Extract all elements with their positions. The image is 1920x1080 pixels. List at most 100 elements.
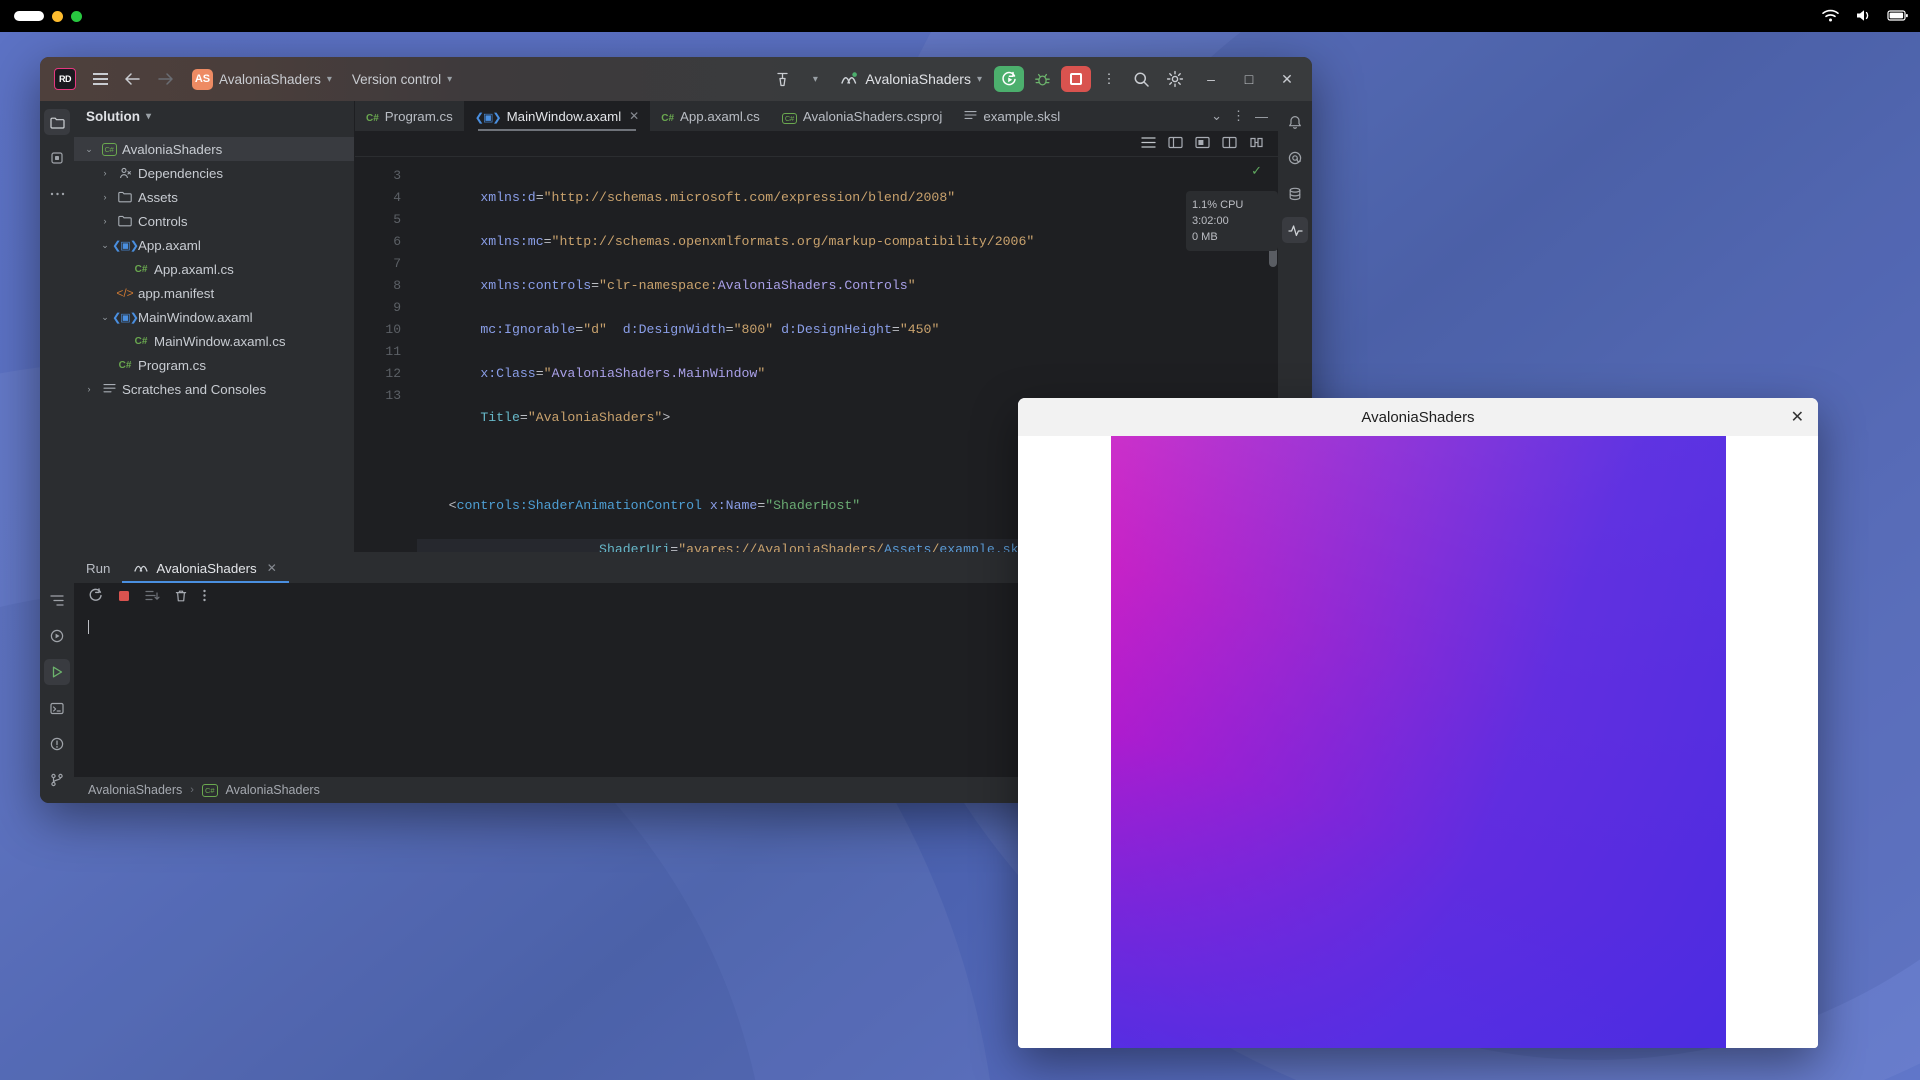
- database-button[interactable]: [1282, 181, 1308, 207]
- tab-close-icon[interactable]: ✕: [629, 109, 639, 123]
- build-button[interactable]: [768, 65, 797, 93]
- diff-icon[interactable]: [1249, 136, 1264, 152]
- editor-tab[interactable]: ❮▣❯ MainWindow.axaml ✕: [463, 101, 651, 131]
- solution-tree-item[interactable]: </> app.manifest: [74, 281, 354, 305]
- solution-tree-item[interactable]: C# MainWindow.axaml.cs: [74, 329, 354, 353]
- tree-item-label: app.manifest: [138, 285, 215, 301]
- more-vertical-icon: ⋮: [1102, 71, 1116, 86]
- profiler-button[interactable]: [1282, 217, 1308, 243]
- editor-tab[interactable]: C# App.axaml.cs: [650, 101, 771, 131]
- tree-expander-icon[interactable]: ⌄: [98, 312, 112, 323]
- tree-expander-icon[interactable]: ›: [98, 192, 112, 202]
- notifications-button[interactable]: [1282, 109, 1308, 135]
- manifest-icon: </>: [116, 286, 134, 300]
- maximize-dot-icon[interactable]: [71, 10, 82, 22]
- tab-minimize-icon[interactable]: —: [1255, 109, 1268, 124]
- solution-tree-item[interactable]: C# Program.cs: [74, 353, 354, 377]
- window-close-button[interactable]: ✕: [1270, 65, 1304, 93]
- solution-header[interactable]: Solution ▾: [74, 101, 354, 131]
- run-configuration-selector[interactable]: AvaloniaShaders ▾: [833, 66, 990, 92]
- editor-tab[interactable]: C# AvaloniaShaders.csproj: [771, 101, 953, 131]
- solution-tree-item[interactable]: › Controls: [74, 209, 354, 233]
- tree-item-label: AvaloniaShaders: [122, 141, 223, 157]
- wifi-icon[interactable]: [1821, 8, 1840, 24]
- version-control-button[interactable]: Version control ▾: [344, 65, 460, 93]
- layout-icon[interactable]: [145, 589, 160, 605]
- run-rerun-icon: [1001, 71, 1016, 85]
- inspection-ok-icon[interactable]: ✓: [1251, 163, 1262, 179]
- sidebar-item-commit[interactable]: [44, 145, 70, 171]
- navigate-forward-button[interactable]: [151, 65, 180, 93]
- battery-icon[interactable]: [1887, 8, 1908, 24]
- gear-icon: [1166, 70, 1184, 88]
- run-tool-tab[interactable]: AvaloniaShaders ✕: [122, 553, 290, 583]
- tab-overflow-icon[interactable]: ⌄: [1211, 108, 1222, 124]
- run-tool-tab[interactable]: Run: [74, 553, 122, 583]
- sidebar-item-structure[interactable]: [44, 587, 70, 613]
- columns-icon[interactable]: [1222, 136, 1237, 152]
- editor-tab-label: Program.cs: [384, 108, 453, 124]
- hammer-icon: [777, 72, 789, 86]
- volume-icon[interactable]: [1854, 8, 1873, 24]
- solution-tree[interactable]: ⌄ C# AvaloniaShaders › Dependencies › Assets › C…: [74, 131, 354, 552]
- rerun-icon[interactable]: [88, 588, 103, 606]
- solution-tree-item[interactable]: › Scratches and Consoles: [74, 377, 354, 401]
- preview-icon[interactable]: [1195, 136, 1210, 152]
- left-rail-bottom-group: [44, 587, 70, 803]
- nuget-button[interactable]: [1282, 145, 1308, 171]
- build-options-button[interactable]: ▾: [801, 65, 829, 93]
- breadcrumb-root[interactable]: AvaloniaShaders: [88, 783, 182, 797]
- run-button[interactable]: [994, 66, 1024, 92]
- chevron-down-icon: ▾: [447, 73, 453, 85]
- window-maximize-button[interactable]: □: [1232, 65, 1266, 93]
- solution-tree-item[interactable]: › Dependencies: [74, 161, 354, 185]
- sidebar-item-more[interactable]: [44, 181, 70, 207]
- tree-expander-icon[interactable]: ⌄: [98, 240, 112, 251]
- stop-icon[interactable]: [117, 589, 131, 606]
- tab-close-icon[interactable]: ✕: [267, 561, 277, 575]
- app-window-title-bar[interactable]: AvaloniaShaders ✕: [1018, 398, 1818, 436]
- debug-button[interactable]: [1028, 65, 1057, 93]
- breadcrumb-project[interactable]: AvaloniaShaders: [226, 783, 320, 797]
- app-window-close-button[interactable]: ✕: [1791, 407, 1804, 427]
- settings-button[interactable]: [1160, 65, 1190, 93]
- code-line: xmlns:d="http://schemas.microsoft.com/ex…: [480, 190, 956, 205]
- solution-tree-item[interactable]: › Assets: [74, 185, 354, 209]
- solution-tree-item[interactable]: ⌄ C# AvaloniaShaders: [74, 137, 354, 161]
- solution-tree-item[interactable]: C# App.axaml.cs: [74, 257, 354, 281]
- more-actions-button[interactable]: ⋮: [1095, 65, 1123, 93]
- maximize-icon: □: [1244, 71, 1254, 87]
- breadcrumb-separator-icon: ›: [190, 784, 194, 796]
- solution-tree-item[interactable]: ⌄ ❮▣❯ App.axaml: [74, 233, 354, 257]
- sidebar-item-solution[interactable]: [44, 109, 70, 135]
- more-vertical-icon[interactable]: [202, 588, 207, 606]
- navigate-back-button[interactable]: [118, 65, 147, 93]
- stop-button[interactable]: [1061, 66, 1091, 92]
- tree-expander-icon[interactable]: ›: [98, 216, 112, 226]
- search-everywhere-button[interactable]: [1127, 65, 1156, 93]
- tree-expander-icon[interactable]: ›: [98, 168, 112, 178]
- sidebar-item-git[interactable]: [44, 767, 70, 793]
- split-view-icon[interactable]: [1168, 136, 1183, 152]
- sidebar-item-run[interactable]: [44, 659, 70, 685]
- trash-icon[interactable]: [174, 589, 188, 606]
- sidebar-item-terminal[interactable]: [44, 695, 70, 721]
- project-selector-button[interactable]: AS AvaloniaShaders ▾: [184, 65, 340, 93]
- sidebar-item-problems[interactable]: [44, 731, 70, 757]
- editor-tab[interactable]: C# Program.cs: [355, 101, 464, 131]
- scratches-icon: [102, 384, 116, 393]
- tree-expander-icon[interactable]: ⌄: [82, 144, 96, 155]
- hamburger-menu-button[interactable]: [86, 65, 114, 93]
- editor-tab[interactable]: example.sksl: [953, 101, 1071, 131]
- line-number: 11: [385, 344, 401, 359]
- window-minimize-button[interactable]: –: [1194, 65, 1228, 93]
- solution-tree-item[interactable]: ⌄ ❮▣❯ MainWindow.axaml: [74, 305, 354, 329]
- list-view-icon[interactable]: [1141, 136, 1156, 152]
- editor-tab-bar[interactable]: C# Program.cs ❮▣❯ MainWindow.axaml ✕ C# App.ax…: [355, 101, 1278, 131]
- window-traffic-lights[interactable]: [14, 10, 82, 22]
- minimize-dot-icon[interactable]: [52, 10, 63, 22]
- tab-more-icon[interactable]: ⋮: [1232, 108, 1245, 124]
- ide-main-toolbar: RD AS AvaloniaShaders ▾ Version control …: [40, 57, 1312, 101]
- sidebar-item-services[interactable]: [44, 623, 70, 649]
- tree-expander-icon[interactable]: ›: [82, 384, 96, 394]
